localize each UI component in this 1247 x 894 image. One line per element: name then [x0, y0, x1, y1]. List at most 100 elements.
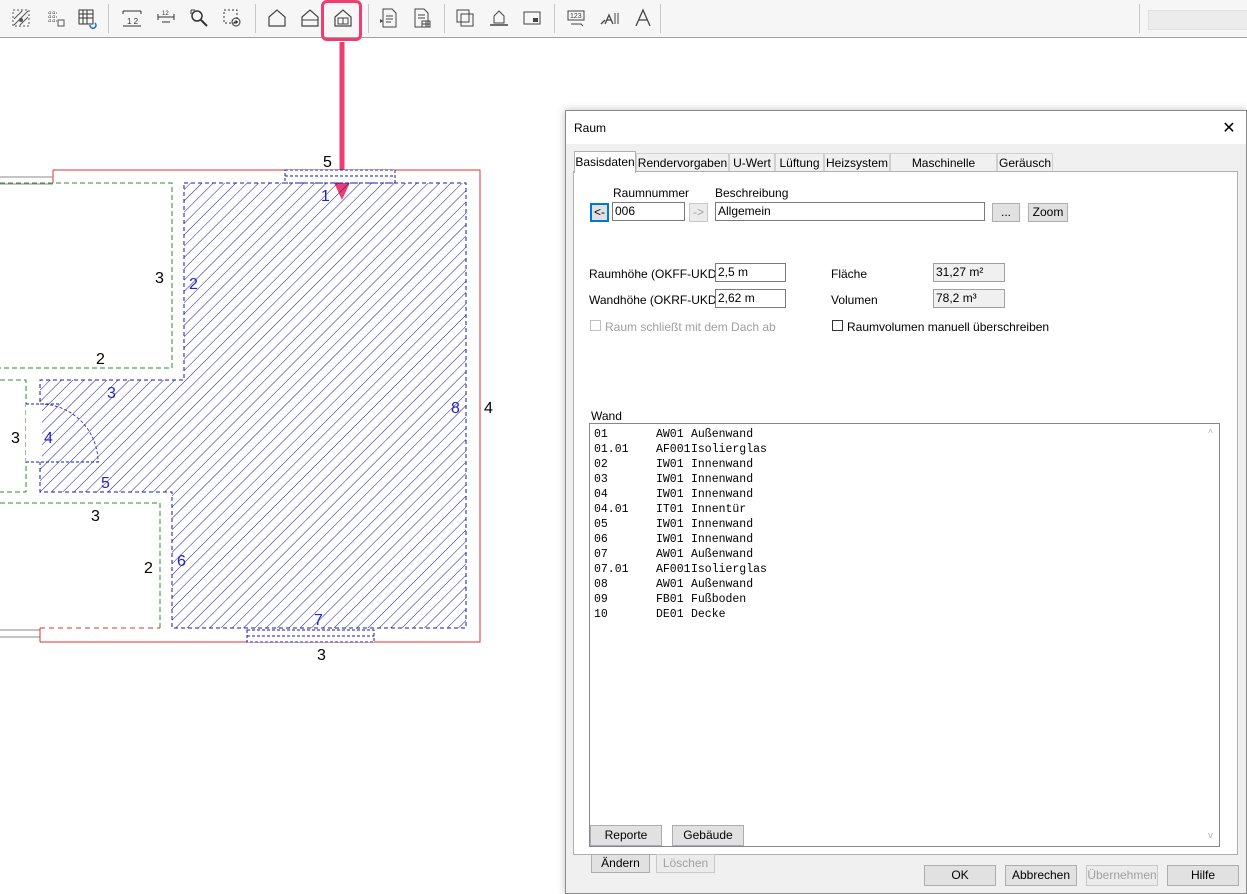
apply-button[interactable]: Übernehmen — [1086, 865, 1158, 886]
wall-description: Außenwand — [691, 578, 754, 591]
area-label: Fläche — [831, 267, 868, 281]
ok-button[interactable]: OK — [924, 865, 996, 886]
roof-checkbox[interactable] — [590, 320, 601, 331]
house-icon[interactable] — [264, 5, 290, 31]
dialog-title: Raum — [574, 121, 607, 135]
volume-override-checkbox[interactable] — [832, 320, 843, 331]
floor-plan[interactable]: 5 3 2 3 3 2 3 4 1 2 3 4 5 6 7 8 — [0, 37, 560, 894]
change-button[interactable]: Ändern — [591, 854, 650, 873]
delete-button[interactable]: Löschen — [656, 854, 715, 873]
help-button[interactable]: Hilfe — [1167, 865, 1239, 886]
browse-button[interactable]: ... — [992, 203, 1020, 222]
label-right: 4 — [484, 400, 493, 417]
wall-type: IW01 — [656, 488, 684, 501]
label-left-mid-bottom: 3 — [91, 508, 100, 525]
text-icon[interactable] — [630, 5, 656, 31]
label-left-upper-bottom: 2 — [96, 351, 105, 368]
house-roof-icon[interactable] — [297, 5, 323, 31]
wall-code: 01.01 — [594, 443, 629, 456]
svg-text:12: 12 — [162, 11, 169, 17]
wall-code: 07 — [594, 548, 608, 561]
wall-type: IW01 — [656, 533, 684, 546]
level-icon[interactable] — [486, 5, 512, 31]
description-field[interactable]: Allgemein — [715, 202, 985, 221]
wall-number-6: 6 — [177, 553, 186, 570]
grid-dots-icon[interactable] — [42, 5, 68, 31]
tab-panel-basisdaten: Raumnummer Beschreibung <- 006 -> Allgem… — [573, 171, 1238, 873]
wall-description: Außenwand — [691, 548, 754, 561]
volume-label: Volumen — [831, 293, 878, 307]
number-field-icon[interactable]: 123 — [563, 5, 589, 31]
wall-type: AF001 — [656, 563, 691, 576]
wall-code: 01 — [594, 428, 608, 441]
text-style-icon[interactable] — [597, 5, 623, 31]
wall-type: IT01 — [656, 503, 684, 516]
wall-type: IW01 — [656, 473, 684, 486]
wall-height-field[interactable]: 2,62 m — [715, 289, 786, 308]
wall-description: Innenwand — [691, 473, 754, 486]
tab-rendervorgaben[interactable]: Rendervorgaben — [636, 153, 729, 171]
copy-frame-icon[interactable] — [452, 5, 478, 31]
wall-description: Innenwand — [691, 488, 754, 501]
scroll-down-icon[interactable]: v — [1206, 832, 1215, 841]
grid-hatch-icon[interactable] — [8, 5, 34, 31]
svg-text:123: 123 — [570, 13, 582, 20]
building-button[interactable]: Gebäude — [672, 825, 744, 846]
current-room[interactable] — [39, 182, 467, 629]
tab-lueftung[interactable]: Lüftung — [775, 153, 824, 171]
dialog-titlebar[interactable]: Raum ✕ — [566, 111, 1246, 144]
top-window — [284, 169, 396, 184]
room-height-field[interactable]: 2,5 m — [715, 263, 786, 282]
label-left-lower: 2 — [144, 560, 153, 577]
wall-number-4: 4 — [44, 430, 53, 447]
wall-number-7: 7 — [314, 612, 323, 629]
highlight-box — [321, 0, 362, 41]
bottom-window — [246, 629, 375, 643]
description-label: Beschreibung — [715, 186, 789, 200]
grid-frame-icon[interactable] — [74, 5, 100, 31]
close-icon[interactable]: ✕ — [1212, 111, 1246, 144]
label-bottom: 3 — [317, 647, 326, 664]
report-icon[interactable] — [376, 5, 402, 31]
wall-description: Decke — [691, 608, 726, 621]
wall-description: Außenwand — [691, 428, 754, 441]
room-number-field[interactable]: 006 — [612, 202, 685, 221]
reports-button[interactable]: Reporte — [590, 825, 662, 846]
label-left-upper: 3 — [155, 270, 164, 287]
measure-icon[interactable]: 1 2 — [119, 5, 145, 31]
select-area-icon[interactable] — [219, 5, 245, 31]
volume-field: 78,2 m³ — [933, 289, 1005, 308]
toolbar-search-field[interactable] — [1148, 10, 1247, 30]
label-top: 5 — [323, 154, 332, 171]
tab-geraeusch[interactable]: Geräusch — [997, 153, 1053, 171]
scroll-up-icon[interactable]: ^ — [1206, 429, 1215, 438]
wall-description: Isolierglas — [691, 563, 767, 576]
wall-list[interactable]: 01 AW01 Außenwand 01.01 AF001 Isolierglas 02 IW… — [589, 423, 1220, 847]
prev-room-button[interactable]: <- — [590, 203, 609, 222]
area-field: 31,27 m² — [933, 263, 1005, 282]
dimension-icon[interactable]: 12 — [153, 5, 179, 31]
wall-number-1: 1 — [321, 188, 330, 205]
tab-maschinelle-lueftung[interactable]: Maschinelle Lüftung — [890, 153, 997, 188]
wall-type: IW01 — [656, 458, 684, 471]
wall-description: Innentür — [691, 503, 747, 516]
tab-basisdaten[interactable]: Basisdaten — [574, 151, 636, 173]
wall-code: 05 — [594, 518, 608, 531]
wall-description: Innenwand — [691, 533, 754, 546]
wall-code: 03 — [594, 473, 608, 486]
cancel-button[interactable]: Abbrechen — [1005, 865, 1077, 886]
wall-code: 07.01 — [594, 563, 629, 576]
report-list-icon[interactable] — [409, 5, 435, 31]
wall-section-label: Wand — [591, 409, 622, 423]
panel-icon[interactable] — [519, 5, 545, 31]
next-room-button[interactable]: -> — [689, 203, 708, 222]
tab-heizsystem[interactable]: Heizsystem — [824, 153, 890, 171]
wall-type: IW01 — [656, 518, 684, 531]
wall-number-3: 3 — [107, 385, 116, 402]
zoom-select-icon[interactable] — [186, 5, 212, 31]
wall-code: 08 — [594, 578, 608, 591]
wall-number-2: 2 — [189, 276, 198, 293]
room-dialog: Raum ✕ Basisdaten Rendervorgaben U-Wert … — [565, 110, 1247, 894]
zoom-button[interactable]: Zoom — [1028, 203, 1068, 222]
tab-u-wert[interactable]: U-Wert — [729, 153, 775, 171]
